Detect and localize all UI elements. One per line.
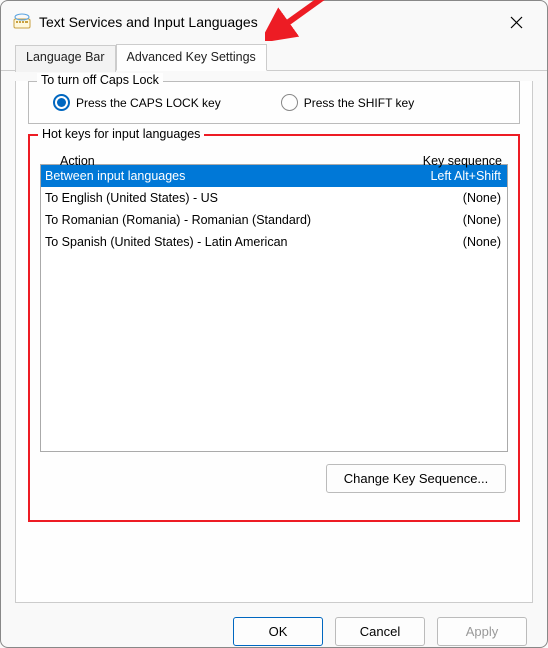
tab-strip: Language Bar Advanced Key Settings [1,43,547,71]
change-key-sequence-button[interactable]: Change Key Sequence... [326,464,506,493]
close-button[interactable] [495,7,537,37]
list-action: To Romanian (Romania) - Romanian (Standa… [43,211,391,229]
radio-label: Press the SHIFT key [304,96,414,110]
list-item[interactable]: To Spanish (United States) - Latin Ameri… [41,231,507,253]
list-sequence: (None) [391,211,501,229]
app-icon [13,13,31,31]
annotation-arrow [265,0,335,41]
list-action: To English (United States) - US [43,189,391,207]
list-sequence: (None) [391,189,501,207]
apply-button[interactable]: Apply [437,617,527,646]
hotkeys-listbox[interactable]: Between input languages Left Alt+Shift T… [40,164,508,452]
tab-panel: To turn off Caps Lock Press the CAPS LOC… [15,81,533,603]
radio-dot-icon [281,94,298,111]
header-action: Action [50,154,392,168]
radio-label: Press the CAPS LOCK key [76,96,221,110]
radio-press-shift[interactable]: Press the SHIFT key [281,94,414,111]
list-item[interactable]: To Romanian (Romania) - Romanian (Standa… [41,209,507,231]
ok-button[interactable]: OK [233,617,323,646]
cancel-button[interactable]: Cancel [335,617,425,646]
hotkeys-group: Hot keys for input languages Action Key … [28,134,520,522]
list-sequence: (None) [391,233,501,251]
header-sequence: Key sequence [392,154,502,168]
radio-press-capslock[interactable]: Press the CAPS LOCK key [53,94,221,111]
list-action: To Spanish (United States) - Latin Ameri… [43,233,391,251]
hotkeys-legend: Hot keys for input languages [38,127,204,141]
capslock-group: To turn off Caps Lock Press the CAPS LOC… [28,81,520,124]
hotkeys-header: Action Key sequence [40,152,508,172]
capslock-legend: To turn off Caps Lock [37,73,163,87]
radio-dot-icon [53,94,70,111]
tab-language-bar[interactable]: Language Bar [15,45,116,72]
dialog-footer: OK Cancel Apply [1,603,547,646]
tab-advanced-key-settings[interactable]: Advanced Key Settings [116,44,267,71]
list-item[interactable]: To English (United States) - US (None) [41,187,507,209]
